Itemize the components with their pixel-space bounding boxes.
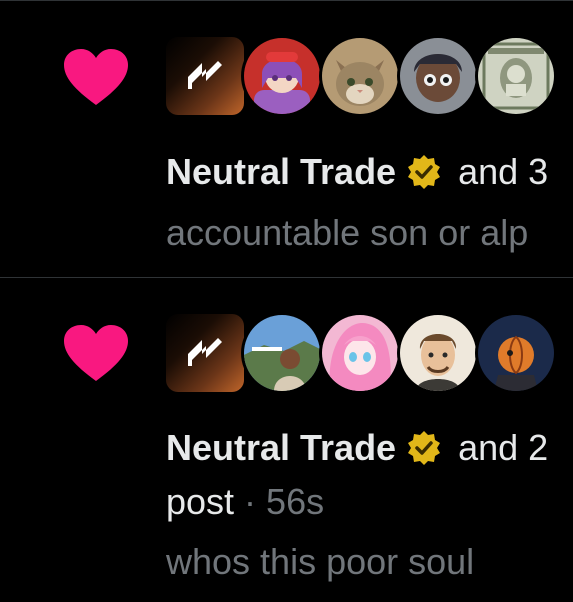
dollar-bill-avatar[interactable]: [478, 38, 554, 114]
masked-anime-avatar[interactable]: [478, 315, 554, 391]
neutral-trade-logo[interactable]: [166, 314, 244, 392]
actor-name[interactable]: Neutral Trade: [166, 427, 396, 468]
post-snippet: whos this poor soul: [166, 541, 475, 582]
avatar-row: [166, 37, 573, 118]
heart-icon: [64, 49, 128, 105]
heart-icon: [64, 325, 128, 381]
neutral-trade-logo[interactable]: [166, 37, 244, 115]
anime-girl-avatar[interactable]: [244, 38, 320, 114]
notification-item[interactable]: Neutral Trade and 3 accountable son or a…: [0, 0, 573, 277]
timestamp[interactable]: 56s: [266, 481, 324, 522]
cartoon-man-avatar[interactable]: [400, 315, 476, 391]
cartoon-face-avatar[interactable]: [400, 38, 476, 114]
notification-item[interactable]: Neutral Trade and 2 post · 56s whos this…: [0, 278, 573, 602]
post-word: post: [166, 481, 235, 522]
notification-title: Neutral Trade and 2: [166, 426, 548, 470]
avatar-row: [166, 314, 573, 395]
separator-dot: ·: [234, 481, 267, 522]
person-at-hollywood-avatar[interactable]: [244, 315, 320, 391]
gold-verified-badge-icon: [408, 155, 441, 189]
notification-rest-text: and 2: [448, 427, 549, 468]
post-meta: post · 56s: [166, 480, 324, 524]
notification-rest-text: and 3: [448, 151, 549, 192]
cat-avatar[interactable]: [322, 38, 398, 114]
actor-name[interactable]: Neutral Trade: [166, 151, 396, 192]
notification-title: Neutral Trade and 3: [166, 150, 548, 194]
anime-pink-hair-avatar[interactable]: [322, 315, 398, 391]
gold-verified-badge-icon: [408, 431, 441, 465]
post-snippet: accountable son or alp: [166, 212, 529, 253]
